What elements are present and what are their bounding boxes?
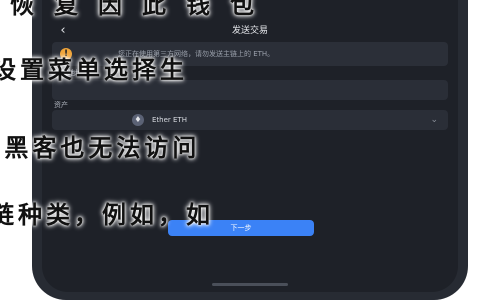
overlay-text-top: 恢复因此钱包	[10, 0, 274, 19]
page-title: 发送交易	[231, 26, 268, 36]
eth-icon: ♦	[132, 114, 144, 126]
overlay-text-line-2: ,黑客也无法访问	[0, 133, 201, 162]
overlay-text-line-1: 设置菜单选择生	[0, 55, 188, 84]
overlay-text-line-3: 链种类，例如，如	[0, 200, 214, 229]
home-indicator	[212, 283, 288, 286]
asset-label: 资产	[54, 101, 68, 109]
asset-name: Ether ETH	[152, 116, 187, 124]
chevron-down-icon: ⌄	[430, 115, 438, 125]
asset-select[interactable]: ♦ Ether ETH ⌄	[52, 110, 448, 130]
